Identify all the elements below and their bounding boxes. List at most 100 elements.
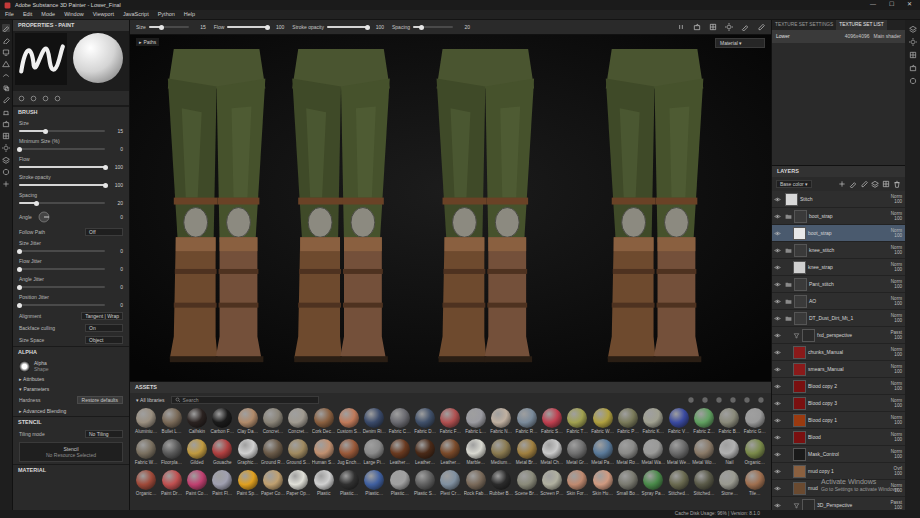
- asset-item[interactable]: Scene Br…: [514, 470, 538, 501]
- asset-item[interactable]: Graphic…: [235, 439, 259, 470]
- slider-thumb[interactable]: [365, 25, 370, 30]
- channel-dropdown[interactable]: Base color ▾: [776, 180, 812, 188]
- asset-item[interactable]: Leather…: [388, 439, 412, 470]
- blend-mode[interactable]: Ovrl: [894, 466, 902, 472]
- angle-dial-icon[interactable]: [38, 211, 50, 223]
- slider-thumb[interactable]: [43, 129, 48, 134]
- asset-item[interactable]: Gouache: [210, 439, 234, 470]
- asset-item[interactable]: Fabric F…: [438, 408, 462, 439]
- asset-item[interactable]: Fabric P…: [616, 408, 640, 439]
- asset-item[interactable]: Fabric N…: [489, 408, 513, 439]
- asset-filter-icon[interactable]: [687, 396, 695, 404]
- menu-item[interactable]: Help: [184, 11, 195, 18]
- blend-mode[interactable]: Norm: [891, 347, 902, 353]
- asset-item[interactable]: Plastic…: [388, 470, 412, 501]
- eye-icon[interactable]: [774, 451, 781, 458]
- 3d-viewport[interactable]: ▸ PathsMaterial ▾: [130, 35, 771, 381]
- asset-item[interactable]: Fabric C…: [388, 408, 412, 439]
- folder-icon[interactable]: [785, 281, 792, 288]
- alpha-section-title[interactable]: ALPHA: [13, 346, 129, 358]
- asset-item[interactable]: Rock Fab…: [464, 470, 488, 501]
- folder-icon[interactable]: [785, 315, 792, 322]
- slider-track[interactable]: [19, 130, 105, 132]
- layer-opacity[interactable]: 100: [894, 386, 902, 392]
- plus-icon[interactable]: [2, 180, 10, 188]
- asset-item[interactable]: Human S…: [312, 439, 336, 470]
- layers-icon[interactable]: [871, 180, 879, 188]
- grid-icon[interactable]: [2, 132, 10, 140]
- slider-track[interactable]: [149, 26, 189, 28]
- slider-track[interactable]: [327, 26, 367, 28]
- layer-opacity[interactable]: 100: [894, 454, 902, 460]
- asset-item[interactable]: Concret…: [286, 408, 310, 439]
- camera-icon[interactable]: [909, 64, 917, 72]
- layer-opacity[interactable]: 100: [894, 488, 902, 494]
- polygon-fill-icon[interactable]: [2, 60, 10, 68]
- slider-thumb[interactable]: [34, 201, 39, 206]
- asset-item[interactable]: Skin Hu…: [590, 470, 614, 501]
- grid-icon[interactable]: [909, 51, 917, 59]
- slider-thumb[interactable]: [17, 147, 22, 152]
- color-picker-icon[interactable]: [2, 96, 10, 104]
- layer-row[interactable]: Blood copy 2Norm100: [772, 378, 905, 395]
- blend-mode[interactable]: Norm: [891, 211, 902, 217]
- layer-opacity[interactable]: 100: [894, 471, 902, 477]
- slider-track[interactable]: [19, 304, 105, 306]
- asset-item[interactable]: Fabric K…: [641, 408, 665, 439]
- slider-value[interactable]: 0: [109, 146, 123, 152]
- layer-row[interactable]: 3D_PerspectivePasst100: [772, 497, 905, 510]
- stencil-section-title[interactable]: STENCIL: [13, 416, 129, 428]
- properties-tab-icon[interactable]: [54, 95, 61, 102]
- window-control[interactable]: ☐: [884, 1, 898, 8]
- asset-item[interactable]: Fabric T…: [565, 408, 589, 439]
- window-control[interactable]: —: [866, 1, 880, 8]
- asset-item[interactable]: Paint Sp…: [235, 470, 259, 501]
- blend-mode[interactable]: Norm: [891, 313, 902, 319]
- layer-row[interactable]: boot_strapNorm100: [772, 208, 905, 225]
- blend-mode[interactable]: Norm: [891, 432, 902, 438]
- field-value[interactable]: Tangent | Wrap: [81, 312, 123, 320]
- asset-item[interactable]: Fabric Z…: [692, 408, 716, 439]
- asset-item[interactable]: Metal Wo…: [692, 439, 716, 470]
- layer-opacity[interactable]: 100: [894, 437, 902, 443]
- brush-icon[interactable]: [741, 23, 749, 31]
- slider-thumb[interactable]: [17, 249, 22, 254]
- layer-row[interactable]: Blood copy 3Norm100: [772, 395, 905, 412]
- blend-mode[interactable]: Norm: [891, 398, 902, 404]
- asset-item[interactable]: Nail: [717, 439, 741, 470]
- layer-opacity[interactable]: 100: [894, 335, 902, 341]
- layer-row[interactable]: mudNorm100: [772, 480, 905, 497]
- slider-value[interactable]: 20: [109, 200, 123, 206]
- library-selector[interactable]: ▾ All libraries: [136, 397, 165, 403]
- slider-thumb[interactable]: [17, 303, 22, 308]
- asset-item[interactable]: Ground S…: [286, 439, 310, 470]
- sun-icon[interactable]: [725, 23, 733, 31]
- slider-track[interactable]: [227, 26, 267, 28]
- eye-icon[interactable]: [774, 366, 781, 373]
- asset-item[interactable]: Paper Op…: [286, 470, 310, 501]
- asset-item[interactable]: Spray Pa…: [641, 470, 665, 501]
- layer-opacity[interactable]: 100: [894, 301, 902, 307]
- layer-row[interactable]: Pant_stitchNorm100: [772, 276, 905, 293]
- slider-thumb[interactable]: [103, 165, 108, 170]
- layer-opacity[interactable]: 100: [894, 318, 902, 324]
- layer-row[interactable]: Mask_ControlNorm100: [772, 446, 905, 463]
- circle-icon[interactable]: [909, 77, 917, 85]
- slider-track[interactable]: [19, 202, 105, 204]
- layer-opacity[interactable]: 100: [894, 233, 902, 239]
- folder-icon[interactable]: [785, 247, 792, 254]
- asset-item[interactable]: Fabric V…: [667, 408, 691, 439]
- asset-item[interactable]: Fabric W…: [134, 439, 158, 470]
- slider-track[interactable]: [19, 286, 105, 288]
- asset-item[interactable]: Metal Br…: [514, 439, 538, 470]
- eye-icon[interactable]: [774, 196, 781, 203]
- asset-item[interactable]: Plexi Cr…: [438, 470, 462, 501]
- slider-thumb[interactable]: [17, 267, 22, 272]
- asset-item[interactable]: Gilded: [185, 439, 209, 470]
- texture-set-tab[interactable]: TEXTURE SET LIST: [836, 20, 886, 30]
- alpha-row[interactable]: AlphaShape: [13, 358, 129, 374]
- eye-icon[interactable]: [774, 230, 781, 237]
- asset-item[interactable]: Floorpla…: [159, 439, 183, 470]
- asset-filter-icon[interactable]: [715, 396, 723, 404]
- toolbar-slider-value[interactable]: 100: [270, 24, 284, 30]
